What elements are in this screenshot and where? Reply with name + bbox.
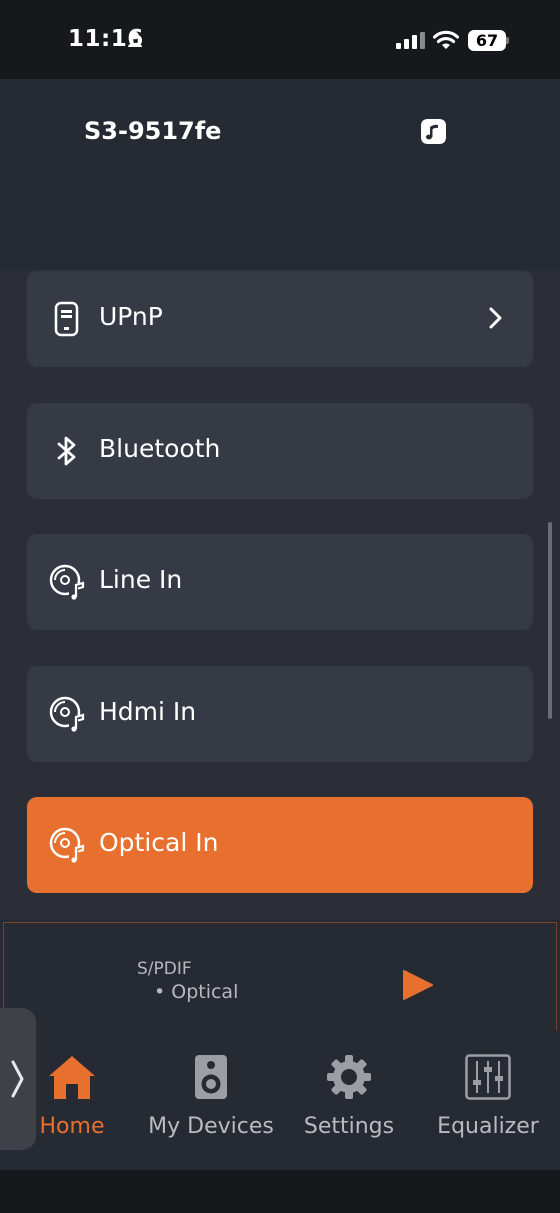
disc-music-icon xyxy=(49,564,85,600)
home-indicator-area xyxy=(0,1170,560,1213)
disc-music-icon xyxy=(49,827,85,863)
source-label: Line In xyxy=(99,565,183,594)
wifi-icon xyxy=(433,30,459,49)
source-label: Hdmi In xyxy=(99,697,197,726)
equalizer-icon xyxy=(465,1054,511,1100)
gear-icon xyxy=(327,1055,371,1099)
speaker-icon xyxy=(195,1055,227,1099)
source-item-line-in[interactable]: Line In xyxy=(27,534,533,630)
battery-indicator: 67 xyxy=(468,30,506,51)
source-list: UPnP Bluetooth Line In Hdmi In Optical I… xyxy=(0,269,560,919)
music-note-icon[interactable] xyxy=(421,119,446,144)
tab-label: My Devices xyxy=(148,1114,274,1139)
tab-label: Settings xyxy=(303,1114,395,1139)
source-item-hdmi-in[interactable]: Hdmi In xyxy=(27,666,533,762)
source-label: Bluetooth xyxy=(99,434,221,463)
play-icon[interactable] xyxy=(402,969,434,1001)
battery-cap xyxy=(506,37,509,44)
now-playing-title: S/PDIF xyxy=(137,959,192,979)
bluetooth-icon xyxy=(57,436,76,466)
source-label: Optical In xyxy=(99,828,219,857)
device-name: S3-9517fe xyxy=(84,117,222,145)
tab-settings[interactable]: Settings xyxy=(302,1054,396,1139)
now-playing-bar[interactable]: S/PDIF • Optical xyxy=(3,922,557,1047)
signal-icon xyxy=(396,32,425,49)
side-drawer-handle[interactable] xyxy=(0,1008,36,1150)
source-item-optical-in[interactable]: Optical In xyxy=(27,797,533,893)
tab-equalizer[interactable]: Equalizer xyxy=(436,1054,540,1139)
disc-music-icon xyxy=(49,696,85,732)
header: S3-9517fe xyxy=(0,79,560,269)
now-playing-subtitle: • Optical xyxy=(154,981,239,1003)
tab-bar: Home My Devices Settings Equalizer xyxy=(0,1030,560,1170)
source-label: UPnP xyxy=(99,302,163,331)
chevron-right-icon xyxy=(11,1060,24,1098)
person-icon xyxy=(128,31,142,47)
tab-label: Equalizer xyxy=(437,1114,539,1139)
source-item-bluetooth[interactable]: Bluetooth xyxy=(27,403,533,499)
tab-my-devices[interactable]: My Devices xyxy=(146,1054,276,1139)
home-icon xyxy=(49,1056,95,1099)
source-item-upnp[interactable]: UPnP xyxy=(27,271,533,367)
tab-home[interactable]: Home xyxy=(38,1054,106,1139)
tab-label: Home xyxy=(39,1114,105,1139)
phone-icon xyxy=(54,301,79,337)
status-bar: 11:16 67 xyxy=(0,0,560,79)
scrollbar[interactable] xyxy=(548,522,552,719)
chevron-right-icon xyxy=(489,307,502,329)
